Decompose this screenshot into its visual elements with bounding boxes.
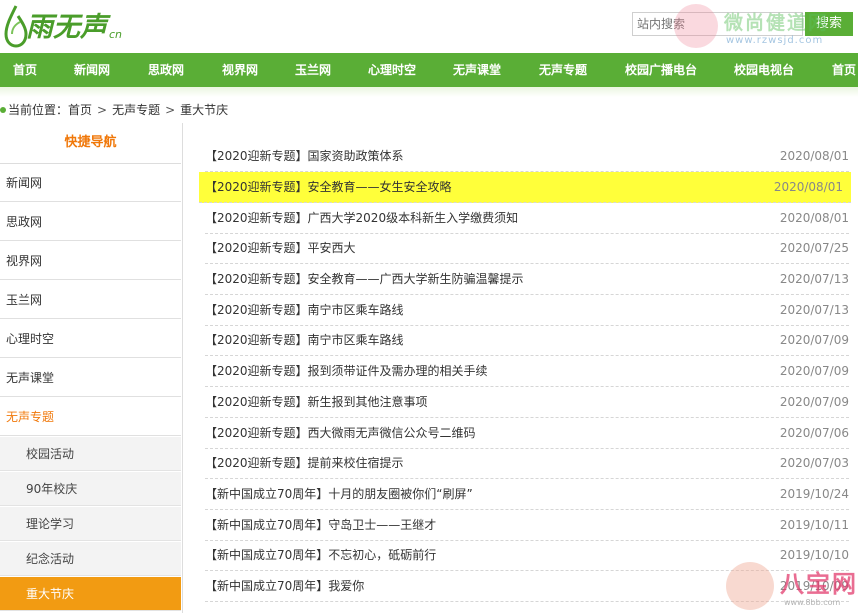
watermark-text: 微尚健道网 (724, 12, 830, 34)
watermark: 微尚健道网 www.rzwsjd.com (668, 2, 858, 54)
sidebar-item-psychology[interactable]: 心理时空 (0, 320, 181, 358)
article-date: 2020/08/01 (779, 211, 849, 225)
article-title[interactable]: 【新中国成立70周年】守岛卫士——王继才 (205, 510, 436, 540)
list-item[interactable]: 【2020迎新专题】安全教育——女生安全攻略 2020/08/01 (199, 172, 851, 203)
list-item[interactable]: 【2020迎新专题】广西大学2020级本科新生入学缴费须知 2020/08/01 (205, 203, 849, 234)
sidebar: 快捷导航 新闻网 思政网 视界网 玉兰网 心理时空 无声课堂 无声专题 校园活动… (0, 123, 183, 613)
breadcrumb-current[interactable]: 重大节庆 (180, 101, 228, 119)
sidebar-subitem-campus-activity[interactable]: 校园活动 (0, 437, 181, 471)
sidebar-item-news[interactable]: 新闻网 (0, 164, 181, 202)
article-title[interactable]: 【2020迎新专题】安全教育——女生安全攻略 (199, 172, 452, 202)
sidebar-item-yulan[interactable]: 玉兰网 (0, 281, 181, 319)
breadcrumb-separator: > (165, 103, 176, 117)
nav-item-sizheng[interactable]: 思政网 (148, 53, 184, 87)
article-list: 【2020迎新专题】国家资助政策体系 2020/08/01 【2020迎新专题】… (183, 123, 858, 613)
nav-item-tv[interactable]: 校园电视台 (734, 53, 794, 87)
list-item[interactable]: 【2020迎新专题】报到须带证件及需办理的相关手续 2020/07/09 (205, 356, 849, 387)
sidebar-item-shijie[interactable]: 视界网 (0, 242, 181, 280)
site-logo[interactable]: 雨无声 cn (2, 2, 122, 48)
article-title[interactable]: 【2020迎新专题】报到须带证件及需办理的相关手续 (205, 356, 488, 386)
breadcrumb-home[interactable]: 首页 (68, 101, 92, 119)
article-date: 2019/10/24 (779, 487, 849, 501)
location-icon (0, 107, 6, 113)
nav-item-home-2[interactable]: 首页 (832, 53, 856, 87)
nav-shadow-band (0, 87, 858, 97)
nav-item-radio[interactable]: 校园广播电台 (625, 53, 697, 87)
list-item[interactable]: 【新中国成立70周年】十月的朋友圈被你们“刷屏” 2019/10/24 (205, 479, 849, 510)
article-date: 2020/07/09 (779, 333, 849, 347)
sidebar-title: 快捷导航 (0, 123, 181, 164)
breadcrumb-topics[interactable]: 无声专题 (112, 101, 160, 119)
article-date: 2020/07/06 (779, 426, 849, 440)
article-title[interactable]: 【2020迎新专题】西大微雨无声微信公众号二维码 (205, 418, 476, 448)
breadcrumb: 当前位置： 首页 > 无声专题 > 重大节庆 (0, 101, 228, 119)
watermark-bottom: 八宝网 www.8bb.com (718, 558, 858, 613)
article-title[interactable]: 【2020迎新专题】新生报到其他注意事项 (205, 387, 428, 417)
sidebar-subitem-theory-study[interactable]: 理论学习 (0, 507, 181, 541)
article-date: 2020/07/13 (779, 272, 849, 286)
main-nav: 首页 新闻网 思政网 视界网 玉兰网 心理时空 无声课堂 无声专题 校园广播电台… (0, 53, 858, 87)
list-item[interactable]: 【新中国成立70周年】守岛卫士——王继才 2019/10/11 (205, 510, 849, 541)
logo-text: 雨无声 (26, 12, 107, 43)
watermark-logo-icon (674, 4, 718, 48)
watermark-bottom-url: www.8bb.com (784, 598, 841, 607)
article-title[interactable]: 【2020迎新专题】国家资助政策体系 (205, 141, 404, 171)
article-title[interactable]: 【2020迎新专题】提前来校住宿提示 (205, 448, 404, 478)
list-item[interactable]: 【2020迎新专题】国家资助政策体系 2020/08/01 (205, 141, 849, 172)
sidebar-subitem-festivals[interactable]: 重大节庆 (0, 577, 181, 611)
breadcrumb-separator: > (97, 103, 108, 117)
list-item[interactable]: 【2020迎新专题】新生报到其他注意事项 2020/07/09 (205, 387, 849, 418)
watermark-bottom-text: 八宝网 (780, 570, 858, 598)
article-date: 2020/08/01 (773, 180, 843, 194)
article-date: 2020/07/03 (779, 456, 849, 470)
nav-item-yulan[interactable]: 玉兰网 (295, 53, 331, 87)
sidebar-item-classroom[interactable]: 无声课堂 (0, 359, 181, 397)
list-item[interactable]: 【2020迎新专题】南宁市区乘车路线 2020/07/13 (205, 295, 849, 326)
watermark-baby-icon (726, 562, 774, 610)
article-title[interactable]: 【2020迎新专题】广西大学2020级本科新生入学缴费须知 (205, 203, 518, 233)
article-date: 2020/07/09 (779, 395, 849, 409)
article-date: 2019/10/11 (779, 518, 849, 532)
sidebar-item-sizheng[interactable]: 思政网 (0, 203, 181, 241)
article-date: 2020/07/25 (779, 241, 849, 255)
sidebar-subitem-90th-anniversary[interactable]: 90年校庆 (0, 472, 181, 506)
article-title[interactable]: 【2020迎新专题】安全教育——广西大学新生防骗温馨提示 (205, 264, 524, 294)
nav-item-home[interactable]: 首页 (13, 53, 37, 87)
nav-item-classroom[interactable]: 无声课堂 (453, 53, 501, 87)
article-title[interactable]: 【新中国成立70周年】十月的朋友圈被你们“刷屏” (205, 479, 473, 509)
article-title[interactable]: 【2020迎新专题】南宁市区乘车路线 (205, 325, 404, 355)
nav-item-news[interactable]: 新闻网 (74, 53, 110, 87)
sidebar-subitem-commemoration[interactable]: 纪念活动 (0, 542, 181, 576)
watermark-url: www.rzwsjd.com (726, 35, 824, 46)
sidebar-item-topics[interactable]: 无声专题 (0, 398, 181, 436)
logo-suffix: cn (109, 28, 123, 41)
nav-item-topics[interactable]: 无声专题 (539, 53, 587, 87)
article-date: 2020/07/09 (779, 364, 849, 378)
site-header: 雨无声 cn 搜索 微尚健道网 www.rzwsjd.com (0, 0, 858, 53)
article-date: 2020/07/13 (779, 303, 849, 317)
nav-item-shijie[interactable]: 视界网 (222, 53, 258, 87)
list-item[interactable]: 【2020迎新专题】提前来校住宿提示 2020/07/03 (205, 448, 849, 479)
article-title[interactable]: 【2020迎新专题】南宁市区乘车路线 (205, 295, 404, 325)
list-item[interactable]: 【2020迎新专题】南宁市区乘车路线 2020/07/09 (205, 325, 849, 356)
nav-item-psychology[interactable]: 心理时空 (368, 53, 416, 87)
list-item[interactable]: 【2020迎新专题】安全教育——广西大学新生防骗温馨提示 2020/07/13 (205, 264, 849, 295)
article-date: 2020/08/01 (779, 149, 849, 163)
article-title[interactable]: 【新中国成立70周年】不忘初心，砥砺前行 (205, 540, 436, 570)
breadcrumb-prefix: 当前位置： (8, 103, 69, 117)
list-item[interactable]: 【2020迎新专题】平安西大 2020/07/25 (205, 233, 849, 264)
article-title[interactable]: 【新中国成立70周年】我爱你 (205, 571, 364, 601)
article-title[interactable]: 【2020迎新专题】平安西大 (205, 233, 356, 263)
list-item[interactable]: 【2020迎新专题】西大微雨无声微信公众号二维码 2020/07/06 (205, 418, 849, 449)
